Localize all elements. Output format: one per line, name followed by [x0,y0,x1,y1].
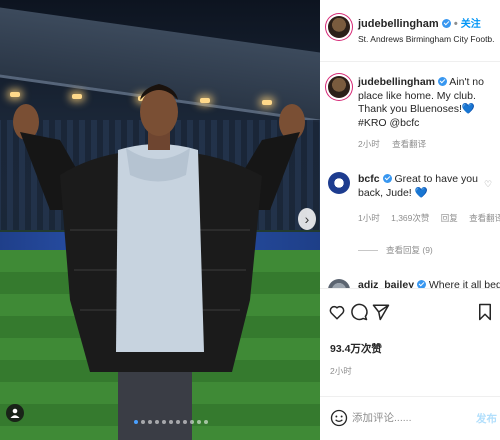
translate-link[interactable]: 查看翻译 [469,213,500,223]
post-photo[interactable]: › [0,0,320,440]
comment-icon[interactable] [350,303,368,321]
player-figure [13,84,305,440]
caption-username[interactable]: judebellingham [358,76,435,88]
user-tag-icon[interactable] [6,404,24,422]
avatar[interactable] [328,76,350,98]
comment-composer: 发布 [320,396,500,440]
heart-icon[interactable] [328,303,346,321]
share-icon[interactable] [372,303,390,321]
post-side-panel: judebellingham • 关注 St. Andrews Birmingh… [320,0,500,440]
comment-text: Where it all began [428,279,500,288]
comment-list[interactable]: judebellingham Ain't no place like home.… [320,62,500,288]
emoji-icon[interactable] [330,409,348,427]
comment-username[interactable]: adiz_bailey [358,279,414,288]
carousel-dot [169,420,173,424]
reply-button[interactable]: 回复 [441,213,458,223]
post-header: judebellingham • 关注 St. Andrews Birmingh… [320,0,500,62]
comment-time: 1小时 [358,213,380,223]
comment-likes[interactable]: 1,369次赞 [391,213,429,223]
comment-like-icon[interactable]: ♡ [484,179,492,190]
carousel-dot [183,420,187,424]
carousel-dot [141,420,145,424]
comment-username[interactable]: bcfc [358,173,380,185]
translate-link[interactable]: 查看翻译 [392,139,426,149]
avatar[interactable] [328,279,350,288]
post-comment-button[interactable]: 发布 [476,411,497,426]
caption-time: 2小时 [358,139,380,149]
follow-button[interactable]: 关注 [461,19,481,30]
post-author[interactable]: judebellingham • 关注 [358,15,481,30]
bookmark-icon[interactable] [476,303,494,321]
next-arrow-icon[interactable]: › [298,208,316,230]
carousel-dot [134,420,138,424]
post-username[interactable]: judebellingham [358,18,439,30]
carousel-indicator [134,420,208,424]
carousel-dot [162,420,166,424]
carousel-dot [176,420,180,424]
carousel-dot [197,420,201,424]
avatar[interactable] [328,172,350,194]
carousel-dot [190,420,194,424]
post-time: 2小时 [330,366,352,376]
view-replies-button[interactable]: 查看回复 (9) [358,244,433,256]
carousel-dot [155,420,159,424]
verified-icon [441,19,451,28]
post-location[interactable]: St. Andrews Birmingham City Footb... [358,34,494,44]
comment-input[interactable] [352,409,462,427]
verified-icon [437,77,447,86]
like-count[interactable]: 93.4万次赞 [330,341,382,356]
avatar[interactable] [328,16,350,38]
verified-icon [382,174,392,183]
verified-icon [416,280,426,288]
action-bar [320,288,500,328]
carousel-dot [204,420,208,424]
carousel-dot [148,420,152,424]
